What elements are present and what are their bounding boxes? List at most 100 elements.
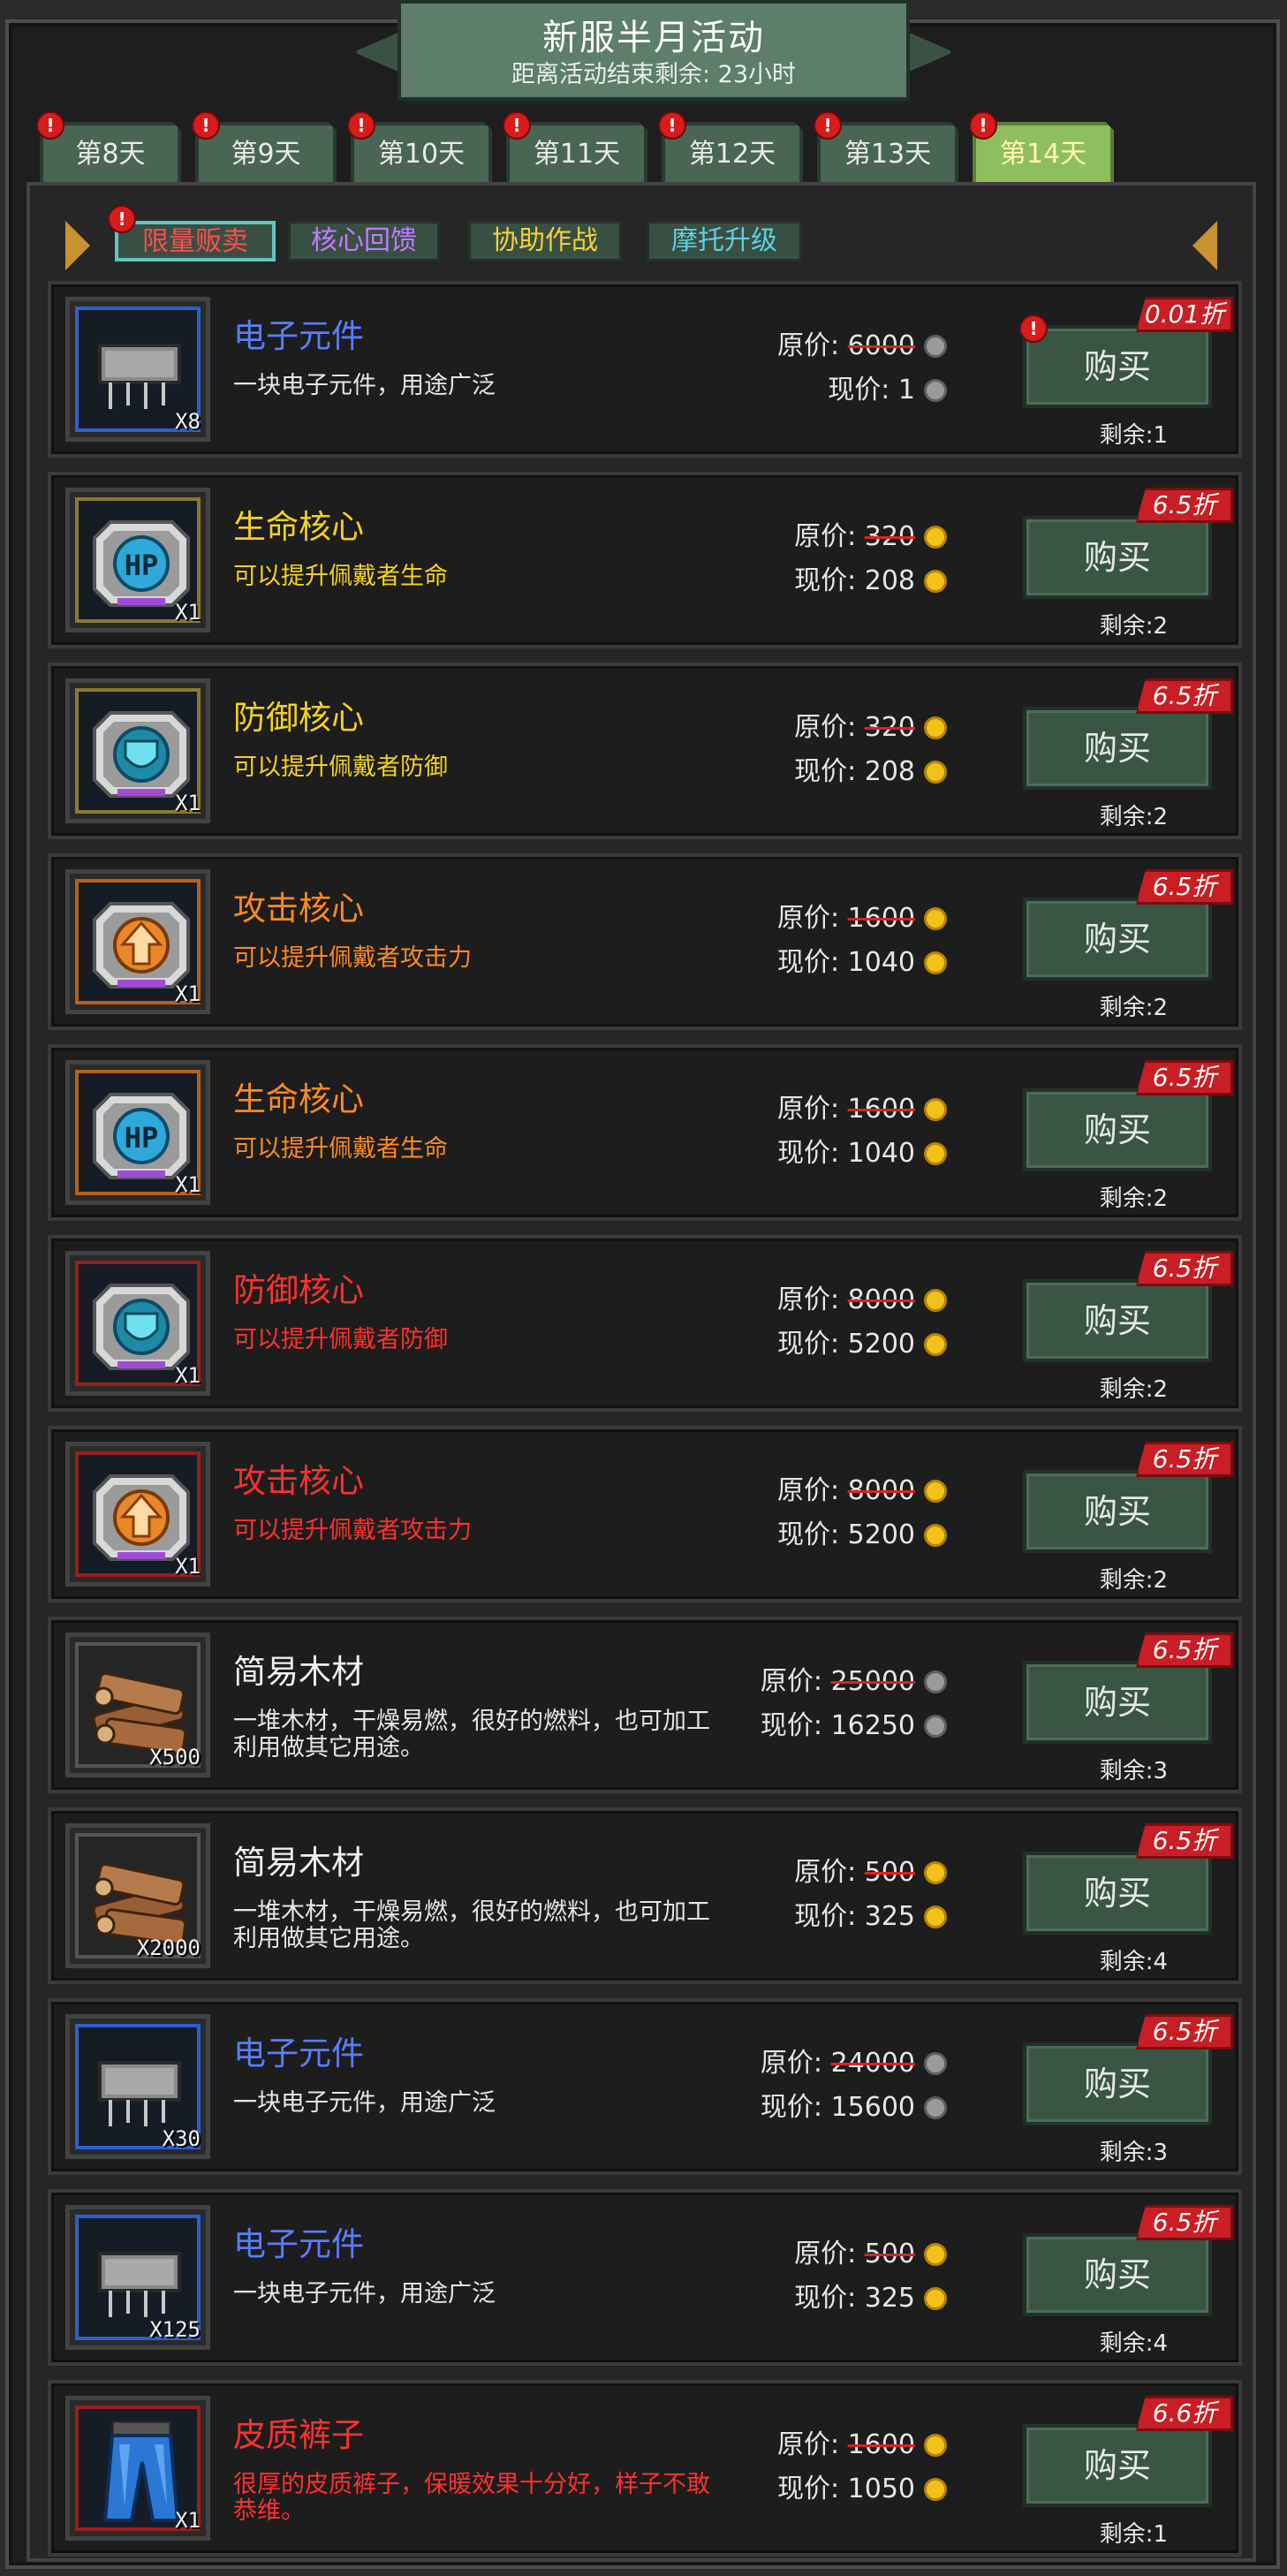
remaining-count: 剩余:4 [1099,2330,1168,2357]
item-name: 皮质裤子 [233,2416,364,2454]
discount-badge: 6.5折 [1136,1823,1233,1859]
original-price-value: 1600 [847,1094,915,1125]
buy-button[interactable]: 购买 [1023,2233,1212,2316]
original-price-value: 24000 [830,2048,915,2079]
original-price-value: 320 [864,712,915,743]
shop-item-row: X1 防御核心 可以提升佩戴者防御 原价: 320 现价: 208 购买 剩余:2 6.5折 [48,663,1242,839]
buy-button[interactable]: 购买 [1023,1852,1212,1935]
current-price-value: 15600 [830,2092,915,2123]
discount-badge: 6.5折 [1136,678,1233,714]
current-price-value: 1040 [847,947,915,978]
item-name: 电子元件 [233,317,364,355]
original-price: 原价: 500 [794,2231,947,2270]
item-description: 可以提升佩戴者防御 [233,1326,448,1353]
category-tab-1[interactable]: 限量贩卖 [115,221,276,261]
current-price-label: 现价: [776,947,848,978]
original-price-label: 原价: [794,521,865,552]
current-price-value: 325 [864,2283,915,2314]
shop-item-row: X1 皮质裤子 很厚的皮质裤子，保暖效果十分好，样子不敢恭维。 原价: 1600 现价:… [48,2380,1242,2557]
item-quantity: X30 [162,2126,201,2151]
remaining-count: 剩余:2 [1099,613,1168,640]
category-tab-4[interactable]: 摩托升级 [647,221,802,261]
item-name: 生命核心 [233,1080,364,1118]
current-price-value: 208 [864,565,915,596]
remaining-count: 剩余:2 [1099,1567,1168,1594]
discount-badge: 6.5折 [1136,2014,1233,2049]
item-icon-frame: X30 [65,2014,210,2159]
item-name: 防御核心 [233,699,364,737]
shop-item-row: X30 电子元件 一块电子元件，用途广泛 原价: 24000 现价: 15600 购买 剩余… [48,1998,1242,2175]
item-description: 可以提升佩戴者防御 [233,754,448,781]
original-price-label: 原价: [776,330,848,361]
remaining-count: 剩余:2 [1099,804,1168,830]
category-tab-3[interactable]: 协助作战 [468,221,622,261]
buy-button[interactable]: 购买 [1023,707,1212,790]
item-name: 电子元件 [233,2034,364,2072]
gold-coin-icon [924,761,947,784]
event-banner: 新服半月活动 距离活动结束剩余: 23小时 [353,0,954,104]
current-price: 现价: 1 [828,367,947,406]
current-price-label: 现价: [794,756,865,787]
alert-badge-icon: ! [969,111,997,140]
gold-coin-icon [924,2287,947,2310]
silver-coin-icon [924,2096,947,2119]
item-quantity: X125 [149,2317,201,2342]
discount-badge: 0.01折 [1136,297,1233,332]
item-name: 攻击核心 [233,1462,364,1500]
gold-coin-icon [924,1142,947,1165]
category-tab-2[interactable]: 核心回馈 [288,221,440,261]
item-quantity: X2000 [136,1936,201,1960]
original-price-label: 原价: [776,1284,848,1315]
alert-badge-icon: ! [347,111,375,140]
item-icon-frame: X1 [65,678,210,823]
original-price-value: 8000 [847,1284,915,1315]
buy-button[interactable]: 购买 [1023,1088,1212,1171]
gold-coin-icon [924,1905,947,1928]
buy-button[interactable]: 购买 [1023,2424,1212,2507]
original-price: 原价: 320 [794,514,947,553]
current-price-value: 1 [897,375,915,405]
current-price-label: 现价: [776,2474,848,2504]
buy-button[interactable]: 购买 [1023,1661,1212,1744]
alert-badge-icon: ! [503,111,531,140]
shop-panel: 限量贩卖! 核心回馈 协助作战 摩托升级 X8 电子元件一块电子元件，用途广泛 原价: 6… [26,182,1256,2562]
gold-coin-icon [924,526,947,549]
buy-button[interactable]: 购买 [1023,2042,1212,2125]
current-price-value: 325 [864,1901,915,1932]
item-quantity: X1 [175,2508,201,2533]
current-price-label: 现价: [776,1329,848,1360]
buy-button[interactable]: 购买 [1023,1470,1212,1553]
event-title: 新服半月活动 [542,18,765,58]
discount-badge: 6.6折 [1136,2396,1233,2431]
item-icon-frame: X1 [65,2396,210,2541]
category-prev-arrow-icon[interactable] [1192,221,1217,270]
item-icon-frame: X2000 [65,1823,210,1968]
category-next-arrow-icon[interactable] [65,221,90,270]
original-price: 原价: 1600 [777,896,947,935]
item-description: 一块电子元件，用途广泛 [233,2280,496,2307]
item-icon-frame: X8 [65,297,210,442]
item-description: 可以提升佩戴者生命 [233,1135,448,1163]
silver-coin-icon [924,1715,947,1738]
current-price-label: 现价: [794,2283,865,2314]
remaining-count: 剩余:3 [1099,1758,1168,1784]
remaining-count: 剩余:3 [1099,2140,1168,2166]
current-price-value: 5200 [847,1329,915,1360]
buy-button[interactable]: 购买 [1023,325,1212,408]
buy-button[interactable]: 购买 [1023,1279,1212,1362]
current-price-label: 现价: [760,2092,831,2123]
gold-coin-icon [924,907,947,930]
event-countdown: 距离活动结束剩余: 23小时 [511,61,797,88]
shop-item-row: HP X1 生命核心 可以提升佩戴者生命 原价: 320 现价: 208 购买 剩余:2 6.… [48,472,1242,648]
item-icon-frame: X125 [65,2205,210,2350]
item-quantity: X500 [149,1745,201,1769]
alert-badge-icon: ! [1019,314,1048,343]
alert-badge-icon: ! [108,205,136,233]
original-price-label: 原价: [794,712,865,743]
gold-coin-icon [924,2243,947,2266]
gold-coin-icon [924,1524,947,1547]
discount-badge: 6.5折 [1136,869,1233,905]
buy-button[interactable]: 购买 [1023,898,1212,981]
buy-button[interactable]: 购买 [1023,516,1212,599]
item-quantity: X1 [175,1554,201,1579]
